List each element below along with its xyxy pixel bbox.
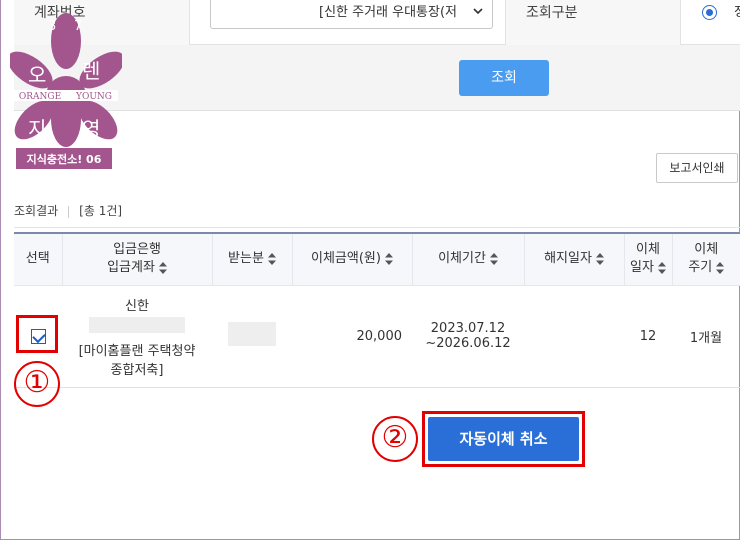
result-label: 조회결과 xyxy=(14,204,59,218)
col-day-label1: 이체 xyxy=(636,242,660,258)
print-report-button[interactable]: 보고서인쇄 xyxy=(656,153,738,183)
chevron-down-icon xyxy=(473,8,483,15)
logo-band-right: YOUNG xyxy=(75,92,112,102)
logo-char-ji: 지 xyxy=(28,117,46,141)
period-end: ~2026.06.12 xyxy=(425,336,511,351)
col-amount-label: 이체금액(원) xyxy=(311,251,381,267)
masked-recipient xyxy=(228,322,276,346)
col-cycle[interactable]: 이체주기 xyxy=(672,232,740,286)
logo-caption: 지식충전소! 06 xyxy=(27,152,102,166)
account-select-value: [신한 주거래 우대통장(저 xyxy=(319,5,458,20)
col-cancel-date[interactable]: 해지일자 xyxy=(524,232,625,286)
col-bank[interactable]: 입금은행 입금계좌 xyxy=(62,232,213,286)
type-label: 조회구분 xyxy=(505,0,681,45)
orange-young-logo: ORANGE YOUNG 3 7 오 렌 지 영 지식충전소! 06 xyxy=(10,13,122,169)
auto-transfer-table: 선택 입금은행 입금계좌 받는분 이체금액(원) 이체기간 해지일자 이체 일자 … xyxy=(14,232,740,388)
sort-icon xyxy=(267,252,276,265)
cell-amount: 20,000 xyxy=(292,285,412,388)
cancel-button-highlight: 자동이체 취소 xyxy=(422,411,585,467)
search-button[interactable]: 조회 xyxy=(459,60,549,96)
cell-day: 12 xyxy=(624,285,672,388)
logo-char-ren: 렌 xyxy=(82,59,100,83)
table-row: 신한 [마이홈플랜 주택청약 종합저축] 20,000 2023.07.12 ~… xyxy=(14,285,740,388)
logo-band-left: ORANGE xyxy=(19,92,61,102)
search-area: 조회 xyxy=(14,45,740,111)
sort-icon xyxy=(489,252,498,265)
type-radio-normal[interactable] xyxy=(702,5,717,20)
cell-cycle: 1개월 xyxy=(672,285,740,388)
masked-account-number xyxy=(89,316,185,333)
sort-icon xyxy=(657,261,666,274)
bank-name: 신한 xyxy=(125,298,149,314)
account-select[interactable]: [신한 주거래 우대통장(저 xyxy=(210,0,493,29)
cancel-auto-transfer-button[interactable]: 자동이체 취소 xyxy=(428,417,579,461)
logo-char-o: 오 xyxy=(28,63,46,87)
account-name-line1: [마이홈플랜 주택청약 xyxy=(78,343,196,359)
logo-char-young: 영 xyxy=(82,117,100,141)
sort-icon xyxy=(158,261,167,274)
period-start: 2023.07.12 xyxy=(430,321,506,336)
col-recipient-label: 받는분 xyxy=(228,251,264,267)
col-cancel-date-label: 해지일자 xyxy=(544,251,592,267)
col-recipient[interactable]: 받는분 xyxy=(212,232,293,286)
logo-digit-7: 7 xyxy=(74,19,82,34)
sort-icon xyxy=(716,261,725,274)
col-cycle-label1: 이체 xyxy=(694,242,719,258)
col-select: 선택 xyxy=(14,232,63,286)
sort-icon xyxy=(595,252,604,265)
cell-period: 2023.07.12 ~2026.06.12 xyxy=(412,285,524,388)
col-bank-label1: 입금은행 xyxy=(113,242,161,258)
cell-cancel-date xyxy=(524,285,624,388)
col-bank-label2: 입금계좌 xyxy=(107,260,155,276)
col-cycle-label2: 주기 xyxy=(688,260,713,276)
account-name-line2: 종합저축] xyxy=(110,362,164,378)
col-select-label: 선택 xyxy=(25,251,50,267)
type-radio-label: 정상 xyxy=(734,5,740,20)
divider xyxy=(68,205,70,218)
col-period-label: 이체기간 xyxy=(438,251,486,267)
checkbox-highlight-box xyxy=(16,315,58,353)
col-period[interactable]: 이체기간 xyxy=(412,232,525,286)
divider xyxy=(14,227,740,228)
result-count: [총 1건] xyxy=(79,204,123,218)
col-day[interactable]: 이체일자 xyxy=(624,232,673,286)
table-header-row: 선택 입금은행 입금계좌 받는분 이체금액(원) 이체기간 해지일자 이체 일자 … xyxy=(14,232,740,286)
col-day-label2: 일자 xyxy=(630,260,654,276)
col-amount[interactable]: 이체금액(원) xyxy=(292,232,413,286)
search-form: 계좌번호 [신한 주거래 우대통장(저 조회구분 정상 xyxy=(14,0,740,45)
annotation-step-1: ① xyxy=(14,361,60,407)
cell-bank: 신한 [마이홈플랜 주택청약 종합저축] xyxy=(62,285,212,388)
cell-recipient xyxy=(212,285,292,388)
logo-digit-3: 3 xyxy=(48,19,56,34)
annotation-step-2: ② xyxy=(372,416,418,462)
sort-icon xyxy=(384,252,393,265)
result-summary: 조회결과 [총 1건] xyxy=(14,202,122,219)
